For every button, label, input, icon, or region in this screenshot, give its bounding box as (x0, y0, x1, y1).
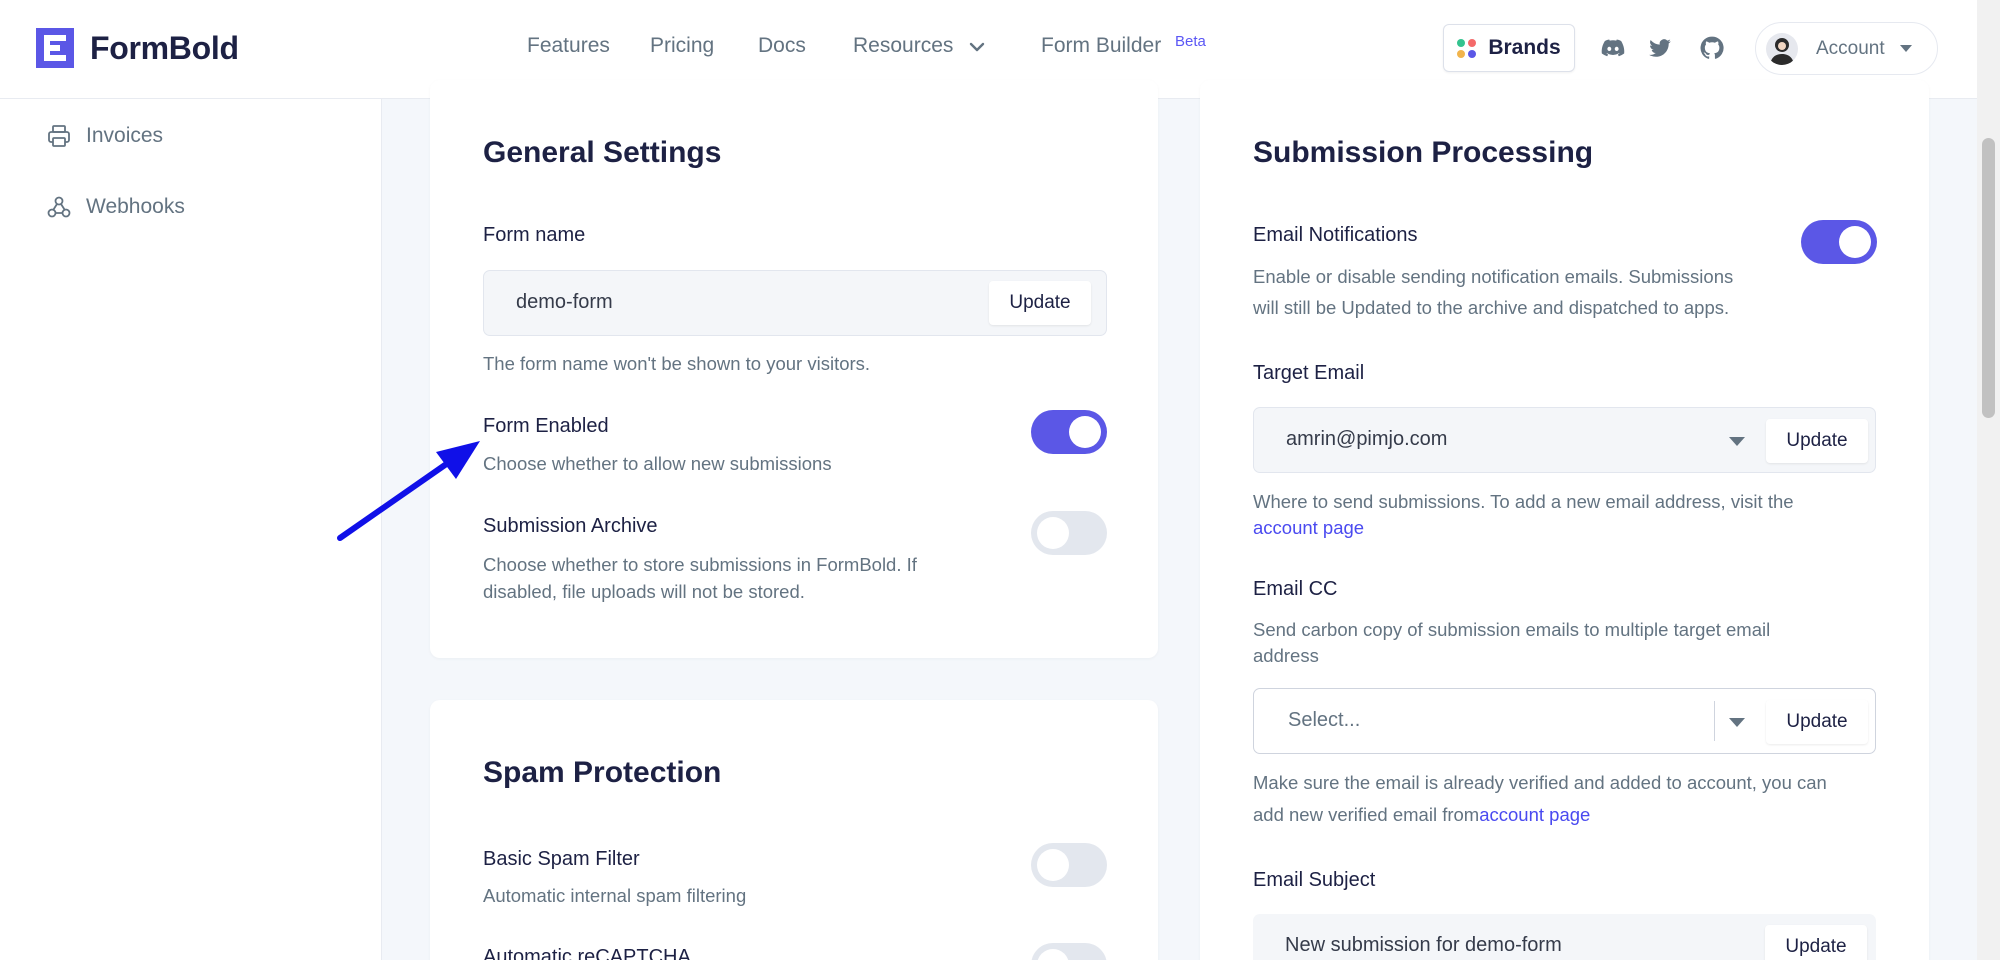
email-cc-help-line1: Make sure the email is already verified … (1253, 772, 1827, 793)
brands-grid-icon (1457, 38, 1477, 58)
submission-archive-desc-line1: Choose whether to store submissions in F… (483, 554, 917, 575)
sidebar-item-invoices[interactable]: Invoices (46, 123, 163, 149)
account-page-link[interactable]: account page (1479, 804, 1590, 825)
twitter-icon[interactable] (1647, 35, 1673, 61)
select-divider (1714, 701, 1715, 741)
basic-spam-filter-desc: Automatic internal spam filtering (483, 885, 747, 906)
email-cc-update-button[interactable]: Update (1766, 700, 1868, 744)
basic-spam-filter-toggle[interactable] (1031, 843, 1107, 887)
account-menu[interactable]: Account (1755, 22, 1938, 75)
email-cc-label: Email CC (1253, 578, 1338, 600)
caret-down-icon[interactable] (1729, 437, 1745, 446)
email-notifications-label: Email Notifications (1253, 224, 1418, 246)
webhook-icon (47, 196, 71, 218)
toggle-knob (1037, 949, 1069, 960)
target-email-help: Where to send submissions. To add a new … (1253, 491, 1794, 512)
nav-resources[interactable]: Resources (853, 34, 953, 58)
account-page-link[interactable]: account page (1253, 514, 1364, 542)
nav-pricing[interactable]: Pricing (650, 34, 714, 58)
sidebar: Invoices Webhooks (0, 99, 382, 960)
nav-form-builder[interactable]: Form Builder (1041, 34, 1161, 58)
email-cc-help-line2: add new verified email fromaccount page (1253, 801, 1590, 829)
target-email-update-button[interactable]: Update (1766, 419, 1868, 463)
toggle-knob (1037, 517, 1069, 549)
form-enabled-toggle[interactable] (1031, 410, 1107, 454)
form-name-input[interactable]: demo-form (516, 291, 613, 314)
form-name-update-button[interactable]: Update (989, 281, 1091, 325)
chevron-down-icon[interactable] (968, 38, 986, 56)
submission-archive-desc-line2: disabled, file uploads will not be store… (483, 581, 805, 602)
general-settings-title: General Settings (483, 136, 722, 169)
auto-recaptcha-label: Automatic reCAPTCHA (483, 946, 691, 960)
email-notifications-desc-line2: will still be Updated to the archive and… (1253, 297, 1730, 318)
printer-icon (48, 125, 70, 147)
formbold-logo-icon (36, 28, 74, 68)
email-cc-help-text: add new verified email from (1253, 804, 1480, 825)
general-settings-card: General Settings Form name demo-form Upd… (430, 80, 1158, 658)
page-scrollbar[interactable] (1977, 0, 2000, 960)
caret-down-icon (1900, 45, 1912, 52)
target-email-select[interactable]: amrin@pimjo.com (1286, 428, 1447, 451)
email-subject-update-button[interactable]: Update (1765, 925, 1867, 960)
sidebar-item-label: Webhooks (86, 195, 185, 218)
github-icon[interactable] (1699, 35, 1725, 61)
email-subject-label: Email Subject (1253, 869, 1376, 891)
caret-down-icon[interactable] (1729, 718, 1745, 727)
submission-archive-label: Submission Archive (483, 515, 658, 537)
toggle-knob (1069, 416, 1101, 448)
sidebar-item-label: Invoices (86, 124, 164, 147)
email-cc-field: Select... Update (1253, 688, 1876, 754)
avatar (1766, 33, 1798, 65)
brands-button[interactable]: Brands (1443, 24, 1575, 72)
brand-name: FormBold (90, 29, 239, 66)
email-cc-desc-line2: address (1253, 645, 1319, 666)
spam-protection-title: Spam Protection (483, 756, 722, 789)
email-notifications-desc-line1: Enable or disable sending notification e… (1253, 266, 1734, 287)
form-name-label: Form name (483, 224, 586, 246)
user-avatar-icon (1770, 38, 1794, 65)
toggle-knob (1839, 226, 1871, 258)
email-cc-select[interactable]: Select... (1288, 709, 1360, 732)
email-subject-input[interactable]: New submission for demo-form (1285, 934, 1562, 957)
nav-docs[interactable]: Docs (758, 34, 806, 58)
logo[interactable]: FormBold (36, 28, 239, 68)
discord-icon[interactable] (1600, 35, 1626, 61)
submission-processing-card: Submission Processing Email Notification… (1200, 80, 1929, 960)
email-notifications-toggle[interactable] (1801, 220, 1877, 264)
spam-protection-card: Spam Protection Basic Spam Filter Automa… (430, 700, 1158, 960)
nav-features[interactable]: Features (527, 34, 610, 58)
toggle-knob (1037, 849, 1069, 881)
form-name-help: The form name won't be shown to your vis… (483, 353, 871, 374)
basic-spam-filter-label: Basic Spam Filter (483, 848, 640, 870)
email-subject-field: New submission for demo-form Update (1253, 914, 1876, 960)
form-enabled-label: Form Enabled (483, 415, 609, 437)
brands-label: Brands (1488, 36, 1561, 59)
target-email-label: Target Email (1253, 362, 1365, 384)
beta-badge: Beta (1175, 33, 1206, 50)
account-label: Account (1816, 38, 1885, 59)
sidebar-item-webhooks[interactable]: Webhooks (46, 194, 185, 220)
email-cc-desc-line1: Send carbon copy of submission emails to… (1253, 619, 1771, 640)
submission-processing-title: Submission Processing (1253, 136, 1594, 169)
auto-recaptcha-toggle[interactable] (1031, 943, 1107, 960)
form-name-field: demo-form Update (483, 270, 1107, 336)
target-email-field: amrin@pimjo.com Update (1253, 407, 1876, 473)
form-enabled-desc: Choose whether to allow new submissions (483, 453, 832, 474)
submission-archive-toggle[interactable] (1031, 511, 1107, 555)
scrollbar-thumb[interactable] (1982, 138, 1995, 418)
